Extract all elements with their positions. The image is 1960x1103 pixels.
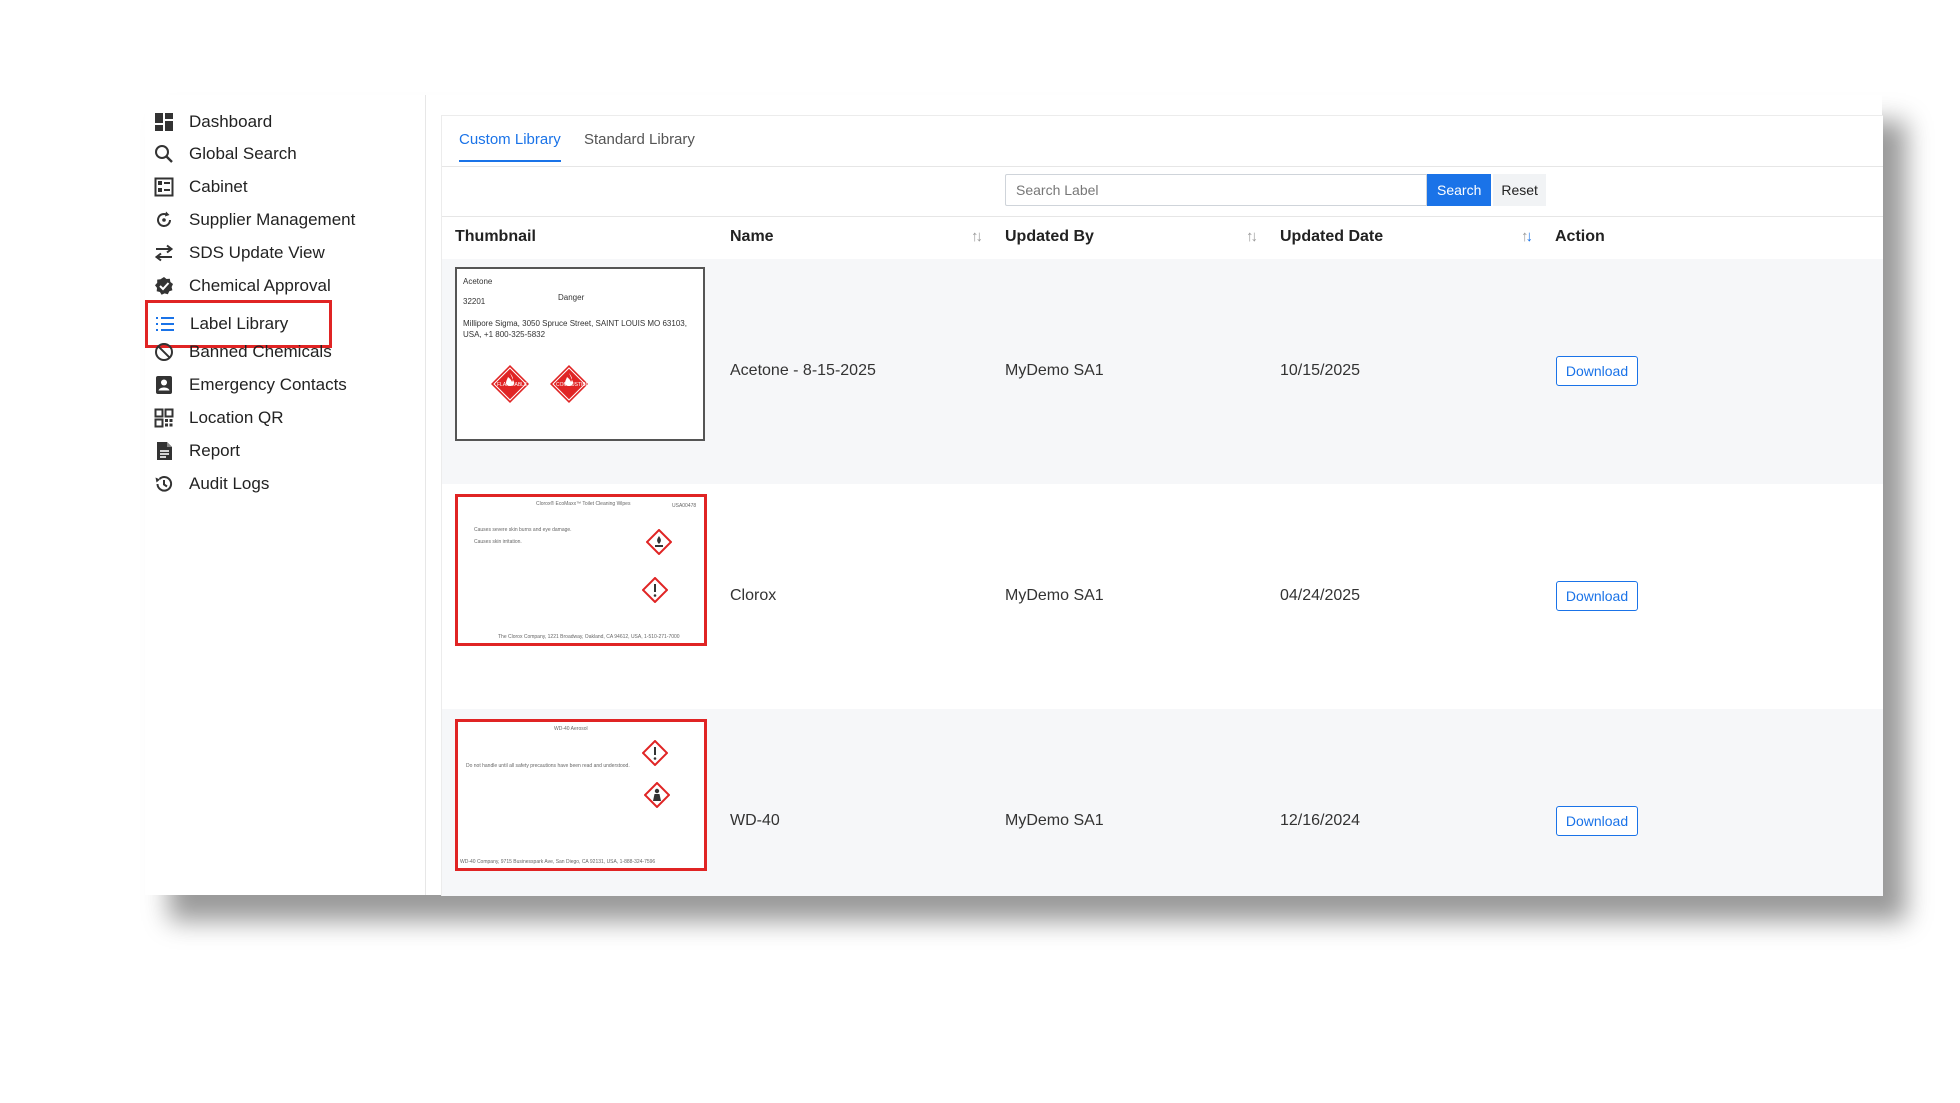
- refresh-icon: [153, 209, 175, 231]
- row-name: Clorox: [730, 587, 777, 604]
- row-updated-by: MyDemo SA1: [1005, 362, 1104, 379]
- label-thumbnail[interactable]: WD-40 Aerosol Do not handle until all sa…: [455, 719, 707, 871]
- row-updated-date: 10/15/2025: [1280, 362, 1361, 379]
- sidebar-item-label: Dashboard: [189, 112, 273, 131]
- swap-arrows-icon: [153, 242, 175, 264]
- exclamation-pictogram-icon: [642, 577, 668, 603]
- sort-updated-by-icon[interactable]: ↑↓: [1246, 228, 1258, 245]
- table-row: WD-40 Aerosol Do not handle until all sa…: [442, 709, 1883, 896]
- sidebar-item-chemical-approval[interactable]: Chemical Approval: [153, 271, 413, 301]
- column-header-updated-by[interactable]: Updated By: [1005, 228, 1094, 246]
- download-button[interactable]: Download: [1556, 356, 1638, 386]
- sidebar-item-global-search[interactable]: Global Search: [153, 139, 413, 169]
- sidebar-item-label: Label Library: [190, 314, 289, 333]
- download-button[interactable]: Download: [1556, 581, 1638, 611]
- corrosion-pictogram-icon: [646, 529, 672, 555]
- sidebar-item-label: Banned Chemicals: [189, 342, 332, 361]
- sidebar-item-emergency-contacts[interactable]: Emergency Contacts: [153, 370, 413, 400]
- health-hazard-pictogram-icon: [644, 782, 670, 808]
- app-window: Dashboard Global Search Cabinet Supplier…: [145, 95, 1883, 896]
- sidebar-item-dashboard[interactable]: Dashboard: [153, 107, 413, 137]
- sidebar-item-report[interactable]: Report: [153, 436, 413, 466]
- sidebar-item-label: Emergency Contacts: [189, 375, 347, 394]
- row-name: Acetone - 8-15-2025: [730, 362, 876, 379]
- dashboard-icon: [153, 111, 175, 133]
- sidebar-item-cabinet[interactable]: Cabinet: [153, 172, 413, 202]
- column-header-action: Action: [1555, 228, 1605, 245]
- row-updated-by: MyDemo SA1: [1005, 587, 1104, 604]
- tab-custom-library[interactable]: Custom Library: [459, 131, 561, 162]
- qr-code-icon: [153, 407, 175, 429]
- sidebar-item-sds-update-view[interactable]: SDS Update View: [153, 238, 413, 268]
- sort-name-icon[interactable]: ↑↓: [971, 228, 983, 245]
- sidebar-item-label: Supplier Management: [189, 210, 356, 229]
- download-button[interactable]: Download: [1556, 806, 1638, 836]
- row-updated-date: 04/24/2025: [1280, 587, 1361, 604]
- badge-check-icon: [153, 275, 175, 297]
- row-name: WD-40: [730, 812, 780, 829]
- table-row: Acetone 32201 Danger Millipore Sigma, 30…: [442, 259, 1883, 485]
- sidebar-item-banned-chemicals[interactable]: Banned Chemicals: [153, 337, 413, 367]
- sort-updated-date-icon[interactable]: ↑↓: [1521, 228, 1533, 245]
- sidebar: Dashboard Global Search Cabinet Supplier…: [145, 95, 426, 895]
- contact-card-icon: [153, 374, 175, 396]
- sidebar-item-label: Location QR: [189, 408, 284, 427]
- exclamation-pictogram-icon: [642, 740, 668, 766]
- sidebar-item-label: Audit Logs: [189, 474, 270, 493]
- row-updated-by: MyDemo SA1: [1005, 812, 1104, 829]
- ban-icon: [153, 341, 175, 363]
- tab-bar: Custom Library Standard Library: [442, 116, 1883, 167]
- table-row: Clorox® EcoMaxx™ Toilet Cleaning Wipes U…: [442, 484, 1883, 710]
- cabinet-icon: [153, 176, 175, 198]
- history-icon: [153, 473, 175, 495]
- column-header-name[interactable]: Name: [730, 228, 774, 246]
- sidebar-item-location-qr[interactable]: Location QR: [153, 403, 413, 433]
- sidebar-item-label: SDS Update View: [189, 243, 325, 262]
- sidebar-item-audit-logs[interactable]: Audit Logs: [153, 469, 413, 499]
- tab-standard-library[interactable]: Standard Library: [584, 131, 695, 148]
- search-button[interactable]: Search: [1427, 174, 1492, 206]
- search-icon: [153, 143, 175, 165]
- report-icon: [153, 440, 175, 462]
- row-updated-date: 12/16/2024: [1280, 812, 1361, 829]
- search-input[interactable]: [1005, 174, 1427, 206]
- sidebar-item-label: Cabinet: [189, 177, 248, 196]
- label-thumbnail[interactable]: Clorox® EcoMaxx™ Toilet Cleaning Wipes U…: [455, 494, 707, 646]
- table-header: Thumbnail Name ↑↓ Updated By ↑↓ Updated …: [442, 216, 1883, 260]
- main-panel: Custom Library Standard Library Search R…: [441, 115, 1883, 896]
- sidebar-item-supplier-management[interactable]: Supplier Management: [153, 205, 413, 235]
- sidebar-item-label: Report: [189, 441, 241, 460]
- sidebar-item-label: Chemical Approval: [189, 276, 331, 295]
- search-bar: Search Reset: [1005, 174, 1546, 206]
- sidebar-item-label: Global Search: [189, 144, 297, 163]
- reset-button[interactable]: Reset: [1493, 174, 1546, 206]
- list-icon: [154, 313, 176, 335]
- label-thumbnail[interactable]: Acetone 32201 Danger Millipore Sigma, 30…: [455, 267, 705, 441]
- column-header-thumbnail: Thumbnail: [455, 228, 536, 245]
- column-header-updated-date[interactable]: Updated Date: [1280, 228, 1383, 246]
